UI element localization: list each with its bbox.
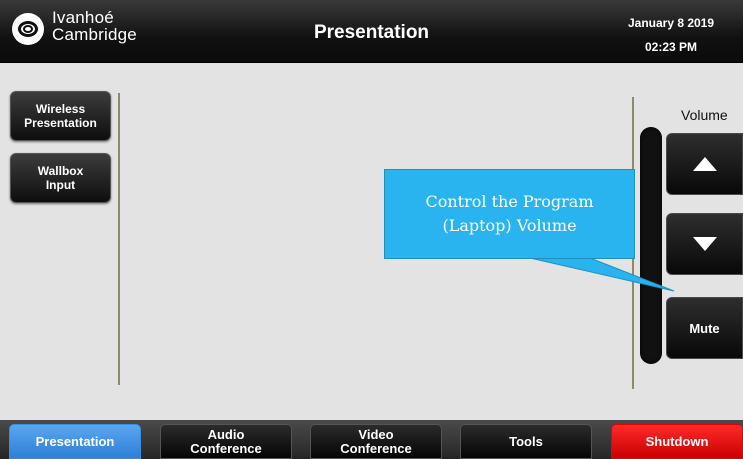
tab-presentation[interactable]: Presentation [9, 424, 141, 459]
callout-line1: Control the Program [425, 192, 594, 211]
tab-tools[interactable]: Tools [460, 424, 592, 459]
tab-audio-conference[interactable]: Audio Conference [160, 424, 292, 459]
callout-line2: (Laptop) Volume [442, 216, 577, 235]
tab-label: Presentation [35, 433, 115, 449]
tab-label-line1: Audio [207, 426, 245, 442]
callout-annotation: Control the Program (Laptop) Volume [384, 169, 635, 259]
tab-label: Tools [509, 433, 543, 449]
tab-label-line1: Video [358, 426, 394, 442]
tab-label-line2: Conference [190, 440, 262, 456]
tab-video-conference[interactable]: Video Conference [310, 424, 442, 459]
tab-shutdown[interactable]: Shutdown [611, 424, 743, 459]
tab-label-line2: Conference [340, 440, 412, 456]
tab-label: Shutdown [645, 433, 709, 449]
